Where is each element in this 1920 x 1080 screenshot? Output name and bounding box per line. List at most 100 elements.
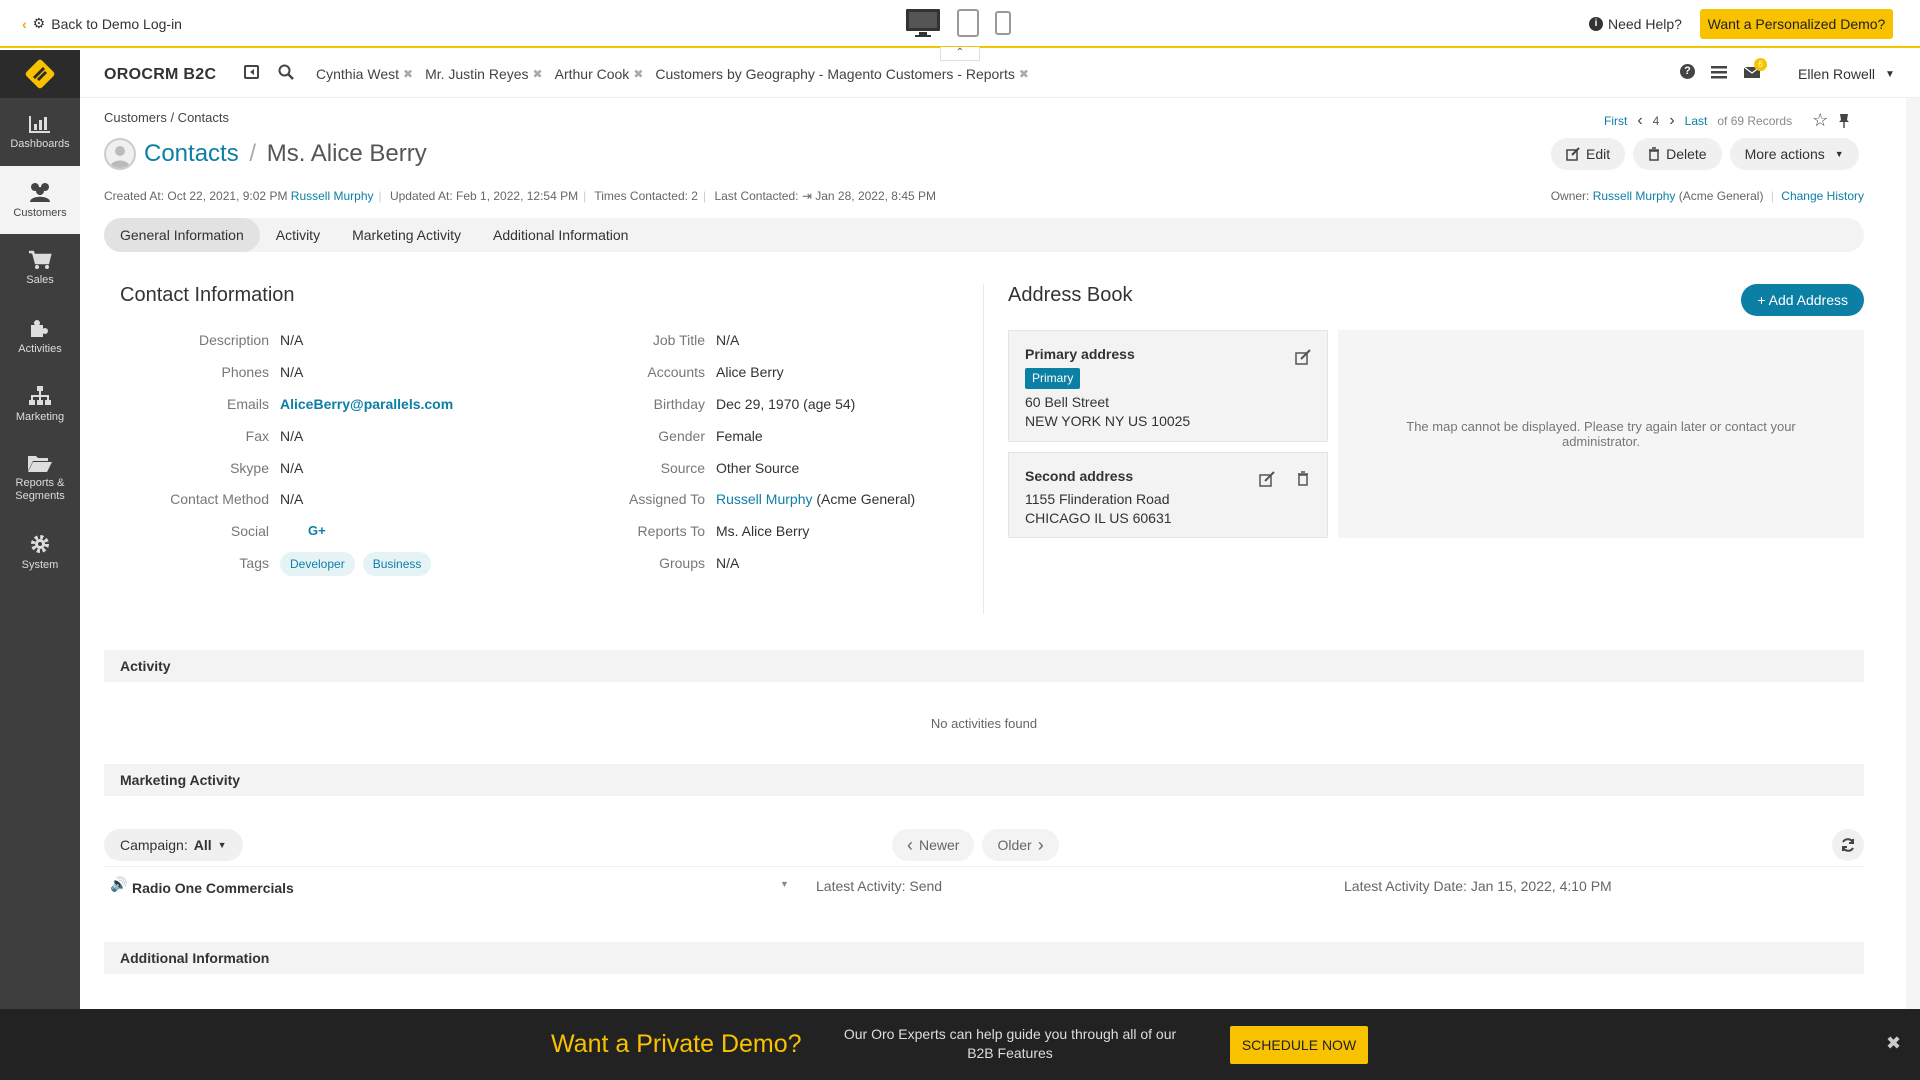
close-icon[interactable]: ✖ xyxy=(533,67,543,81)
sidebar-item-sales[interactable]: Sales xyxy=(0,234,80,302)
assigned-to-link[interactable]: Russell Murphy xyxy=(716,491,812,507)
close-icon[interactable]: ✖ xyxy=(633,67,643,81)
sidebar-item-customers[interactable]: Customers xyxy=(0,166,80,234)
edit-button[interactable]: Edit xyxy=(1551,138,1626,170)
column-divider xyxy=(983,284,984,614)
field-label: Social xyxy=(230,523,269,539)
address-line: NEW YORK NY US 10025 xyxy=(1025,413,1191,429)
tab-marketing-activity[interactable]: Marketing Activity xyxy=(336,218,477,252)
field-label: Job Title xyxy=(652,332,705,348)
field-assigned-to: Assigned To Russell Murphy (Acme General) xyxy=(556,490,915,508)
pager-first-link[interactable]: First xyxy=(1604,114,1627,128)
need-help-link[interactable]: i Need Help? xyxy=(1589,16,1682,32)
primary-address-card[interactable]: Primary address Primary 60 Bell Street N… xyxy=(1008,330,1328,442)
notifications[interactable]: 6 xyxy=(1743,57,1767,79)
edit-icon[interactable] xyxy=(1295,349,1311,365)
newer-label: Newer xyxy=(919,837,960,853)
older-button[interactable]: Older › xyxy=(982,829,1059,861)
caret-down-icon: ▼ xyxy=(1834,149,1844,159)
sidebar-item-dashboards[interactable]: Dashboards xyxy=(0,98,80,166)
oro-logo[interactable] xyxy=(0,50,80,98)
pin-icon[interactable] xyxy=(1838,113,1850,129)
account-link[interactable]: Alice Berry xyxy=(716,363,784,381)
sidebar-item-label: Sales xyxy=(26,273,54,286)
caret-down-icon[interactable]: ▼ xyxy=(780,879,789,889)
created-by-link[interactable]: Russell Murphy xyxy=(291,189,374,203)
breadcrumb: Customers / Contacts xyxy=(104,110,229,125)
pager-last-link[interactable]: Last xyxy=(1685,114,1708,128)
field-gender: Gender Female xyxy=(556,427,762,445)
pin-tab[interactable]: Customers by Geography - Magento Custome… xyxy=(655,66,1029,82)
mobile-icon[interactable] xyxy=(995,11,1011,35)
banner-text: Our Oro Experts can help guide you throu… xyxy=(843,1026,1177,1061)
google-plus-icon[interactable]: G+ xyxy=(308,522,326,540)
brand-name[interactable]: OROCRM B2C xyxy=(104,66,216,84)
trash-icon xyxy=(1649,147,1660,161)
personalized-demo-button[interactable]: Want a Personalized Demo? xyxy=(1700,9,1893,39)
trash-icon[interactable] xyxy=(1297,471,1309,486)
newer-button[interactable]: ‹ Newer xyxy=(892,829,975,861)
tab-additional-information[interactable]: Additional Information xyxy=(477,218,644,252)
campaign-filter-value: All xyxy=(193,837,212,853)
tablet-icon[interactable] xyxy=(957,9,979,37)
sidebar-item-marketing[interactable]: Marketing xyxy=(0,370,80,438)
owner-link[interactable]: Russell Murphy xyxy=(1593,189,1676,203)
search-icon[interactable] xyxy=(278,64,294,80)
title-crumb-link[interactable]: Contacts xyxy=(144,140,239,167)
header-actions: ? 6 xyxy=(1680,57,1767,79)
pin-page-icon[interactable] xyxy=(244,64,260,80)
additional-information-section-header: Additional Information xyxy=(104,942,1864,974)
tag-badge[interactable]: Business xyxy=(362,552,432,576)
chevron-right-icon[interactable]: › xyxy=(1669,112,1674,130)
star-icon[interactable]: ☆ xyxy=(1812,110,1828,131)
title-separator: / xyxy=(249,140,257,167)
sidebar-item-system[interactable]: System xyxy=(0,518,80,586)
field-label: Skype xyxy=(230,460,269,476)
second-address-card[interactable]: Second address 1155 Flinderation Road CH… xyxy=(1008,452,1328,538)
older-label: Older xyxy=(997,837,1032,853)
schedule-now-button[interactable]: SCHEDULE NOW xyxy=(1230,1026,1368,1064)
pin-tab[interactable]: Cynthia West ✖ xyxy=(316,66,413,82)
header-tools xyxy=(244,64,294,80)
scrollbar[interactable] xyxy=(1906,98,1920,1009)
pin-tab[interactable]: Arthur Cook ✖ xyxy=(555,66,644,82)
add-address-button[interactable]: + Add Address xyxy=(1741,284,1864,316)
pin-label: Cynthia West xyxy=(316,66,399,82)
field-label: Phones xyxy=(221,364,269,380)
user-menu[interactable]: Ellen Rowell ▼ xyxy=(1798,66,1895,82)
refresh-button[interactable] xyxy=(1832,829,1864,861)
sidebar-item-activities[interactable]: Activities xyxy=(0,302,80,370)
close-icon[interactable]: ✖ xyxy=(1019,67,1029,81)
delete-button[interactable]: Delete xyxy=(1633,138,1722,170)
change-history-link[interactable]: Change History xyxy=(1781,189,1864,203)
sidebar-item-label: Activities xyxy=(18,342,62,355)
tag-badge[interactable]: Developer xyxy=(280,552,355,576)
marketing-activity-row[interactable]: 🔊 Radio One Commercials ▼ Latest Activit… xyxy=(104,874,1864,904)
edit-icon[interactable] xyxy=(1259,471,1275,487)
list-icon[interactable] xyxy=(1711,65,1727,79)
field-social: Social G+ xyxy=(120,522,326,540)
tab-general-information[interactable]: General Information xyxy=(104,218,260,252)
email-link[interactable]: AliceBerry@parallels.com xyxy=(280,395,453,413)
chevron-left-icon[interactable]: ‹ xyxy=(1637,112,1642,130)
field-value: N/A xyxy=(280,460,304,476)
sidebar-item-reports-segments[interactable]: Reports & Segments xyxy=(0,438,80,518)
reports-to-link[interactable]: Ms. Alice Berry xyxy=(716,522,809,540)
back-to-demo-link[interactable]: ‹ ⚙ Back to Demo Log-in xyxy=(22,15,182,32)
more-actions-button[interactable]: More actions ▼ xyxy=(1729,138,1859,170)
close-icon[interactable]: ✖ xyxy=(1886,1033,1901,1054)
collapse-demo-bar-toggle[interactable]: ⌃ xyxy=(940,47,980,61)
address-line: 1155 Flinderation Road xyxy=(1025,491,1170,507)
pin-tab[interactable]: Mr. Justin Reyes ✖ xyxy=(425,66,543,82)
address-line: CHICAGO IL US 60631 xyxy=(1025,510,1172,526)
field-value: N/A xyxy=(716,555,740,571)
help-icon[interactable]: ? xyxy=(1680,64,1695,79)
row-divider xyxy=(104,866,1864,867)
close-icon[interactable]: ✖ xyxy=(403,67,413,81)
user-icon xyxy=(110,146,130,168)
campaign-filter-dropdown[interactable]: Campaign: All ▼ xyxy=(104,829,243,861)
tab-activity[interactable]: Activity xyxy=(260,218,336,252)
desktop-icon[interactable] xyxy=(905,8,941,38)
record-pager: First ‹ 4 › Last of 69 Records ☆ xyxy=(1604,110,1850,131)
sitemap-icon xyxy=(29,385,51,405)
